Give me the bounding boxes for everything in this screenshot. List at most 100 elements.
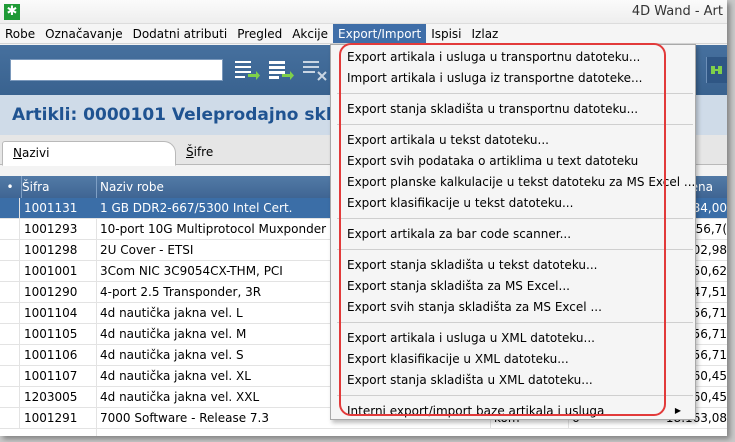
row-select-cell	[0, 345, 20, 365]
tab-label: azivi	[21, 146, 50, 160]
cell-naziv: 4-port 2.5 Transponder, 3R	[100, 285, 262, 299]
row-select-cell	[0, 261, 20, 281]
cell-naziv: 4d nautička jakna vel. XXL	[100, 390, 260, 404]
row-select-cell	[0, 198, 20, 218]
menu-option[interactable]: Export artikala u tekst datoteku...	[347, 130, 687, 150]
select-list-icon	[235, 61, 260, 80]
menu-robe[interactable]: Robe	[0, 24, 40, 43]
menu-option-label: Import artikala i usluga iz transportne …	[347, 71, 643, 85]
cell-sifra: 1001298	[24, 243, 78, 257]
cell-naziv: 4d nautička jakna vel. XL	[100, 369, 251, 383]
menu-dodatni-atributi[interactable]: Dodatni atributi	[128, 24, 233, 43]
window-title: 4D Wand - Art	[631, 4, 723, 19]
cell-sifra: 1001293	[24, 222, 78, 236]
menu-option-label: Interni export/import baze artikala i us…	[347, 404, 605, 418]
menu-pregled[interactable]: Pregled	[232, 24, 287, 43]
remove-rows-button[interactable]	[302, 58, 328, 82]
menu-option[interactable]: Export artikala i usluga u XML datoteku.…	[347, 328, 687, 348]
menu-option[interactable]: Export klasifikacije u XML datoteku...	[347, 349, 687, 369]
menu-separator	[337, 124, 693, 125]
cell-sifra: 1001107	[24, 369, 78, 383]
page-title: Artikli: 0000101 Veleprodajno skl.	[12, 105, 339, 125]
menu-option[interactable]: Export stanja skladišta u XML datoteku..…	[347, 370, 687, 390]
menu-option-label: Export planske kalkulacije u tekst datot…	[347, 175, 696, 189]
tab-accelerator: N	[13, 146, 22, 160]
menu-option[interactable]: Export stanja skladišta u tekst datoteku…	[347, 255, 687, 275]
menu-separator	[337, 322, 693, 323]
menu-ispisi[interactable]: Ispisi	[426, 24, 466, 43]
cell-sifra: 1203005	[24, 390, 78, 404]
tab-sifre[interactable]: Šifre	[176, 141, 336, 166]
cell-naziv: 4d nautička jakna vel. M	[100, 327, 247, 341]
menu-separator	[337, 93, 693, 94]
submenu-arrow-icon: ▶	[674, 406, 681, 415]
toolbar-overflow-button[interactable]	[706, 57, 727, 83]
cell-sifra: 1001131	[24, 201, 78, 215]
menu-option-label: Export stanja skladišta u transportnu da…	[347, 102, 639, 116]
menu-option-label: Export artikala za bar code scanner...	[347, 227, 572, 241]
cell-sifra: 1001001	[24, 264, 78, 278]
menu-option-label: Export svih stanja skladišta za MS Excel…	[347, 300, 602, 314]
column-divider[interactable]	[96, 176, 97, 198]
menu-option[interactable]: Export klasifikacije u tekst datoteku...	[347, 193, 687, 213]
title-bar: ✱ 4D Wand - Art	[0, 0, 727, 24]
cell-naziv: 1 GB DDR2-667/5300 Intel Cert.	[100, 201, 293, 215]
cell-naziv: 4d nautička jakna vel. S	[100, 348, 244, 362]
menu-option[interactable]: Import artikala i usluga iz transportne …	[347, 68, 687, 88]
menu-option[interactable]: Interni export/import baze artikala i us…	[347, 401, 687, 421]
app-window: ✱ 4D Wand - Art Robe Označavanje Dodatni a…	[0, 0, 727, 436]
menu-akcije[interactable]: Akcije	[287, 24, 333, 43]
cell-sifra: 1001104	[24, 306, 78, 320]
menu-option-label: Export artikala i usluga u XML datoteku.…	[347, 331, 595, 345]
row-select-cell	[0, 240, 20, 260]
column-header-naziv[interactable]: Naziv robe	[100, 176, 164, 198]
menu-option[interactable]: Export artikala i usluga u transportnu d…	[347, 47, 687, 67]
app-logo-icon: ✱	[4, 4, 20, 20]
remove-list-icon	[303, 61, 327, 81]
row-select-cell	[0, 303, 20, 323]
menu-option-label: Export stanja skladišta u XML datoteku..…	[347, 373, 593, 387]
cell-sifra: 1001106	[24, 348, 78, 362]
row-select-cell	[0, 324, 20, 344]
column-header-sifra[interactable]: Šifra	[22, 176, 49, 198]
add-rows-button[interactable]	[268, 58, 294, 82]
cell-naziv: 7000 Software - Release 7.3	[100, 411, 269, 425]
cell-sifra: 1001291	[24, 411, 78, 425]
column-header-select[interactable]: •	[0, 176, 20, 198]
cell-naziv: 2U Cover - ETSI	[100, 243, 194, 257]
search-input[interactable]	[10, 59, 223, 81]
menu-option-label: Export stanja skladišta u tekst datoteku…	[347, 258, 598, 272]
menu-option[interactable]: Export planske kalkulacije u tekst datot…	[347, 172, 695, 192]
tab-label: ifre	[193, 145, 214, 159]
menu-option-label: Export klasifikacije u tekst datoteku...	[347, 196, 574, 210]
cell-sifra: 1001105	[24, 327, 78, 341]
green-tool-icon	[711, 66, 722, 74]
menu-separator	[337, 218, 693, 219]
menu-option[interactable]: Export svih stanja skladišta za MS Excel…	[347, 297, 687, 317]
menu-bar: Robe Označavanje Dodatni atributi Pregled Ak…	[0, 24, 727, 44]
menu-option-label: Export stanja skladišta za MS Excel...	[347, 279, 570, 293]
menu-separator	[337, 395, 693, 396]
row-select-cell	[0, 282, 20, 302]
cell-naziv: 4d nautička jakna vel. L	[100, 306, 243, 320]
menu-option[interactable]: Export svih podataka o artiklima u text …	[347, 151, 687, 171]
menu-export-import[interactable]: Export/Import	[333, 24, 427, 43]
select-rows-button[interactable]	[234, 58, 260, 82]
cell-naziv: 10-port 10G Multiprotocol Muxponder - SD	[100, 222, 330, 236]
tab-accelerator: Š	[186, 145, 194, 159]
tab-nazivi[interactable]: Nazivi	[2, 141, 176, 166]
menu-ozna-avanje[interactable]: Označavanje	[40, 24, 127, 43]
menu-option-label: Export klasifikacije u XML datoteku...	[347, 352, 569, 366]
menu-izlaz[interactable]: Izlaz	[467, 24, 504, 43]
menu-separator	[337, 249, 693, 250]
menu-option-label: Export artikala i usluga u transportnu d…	[347, 50, 641, 64]
menu-option[interactable]: Export stanja skladišta za MS Excel...	[347, 276, 687, 296]
menu-option[interactable]: Export artikala za bar code scanner...	[347, 224, 687, 244]
export-import-menu: Export artikala i usluga u transportnu d…	[330, 44, 696, 420]
cell-sifra: 1001290	[24, 285, 78, 299]
menu-option[interactable]: Export stanja skladišta u transportnu da…	[347, 99, 687, 119]
add-list-icon	[269, 61, 294, 80]
menu-option-label: Export svih podataka o artiklima u text …	[347, 154, 639, 168]
cell-naziv: 3Com NIC 3C9054CX-THM, PCI	[100, 264, 283, 278]
row-select-cell	[0, 219, 20, 239]
